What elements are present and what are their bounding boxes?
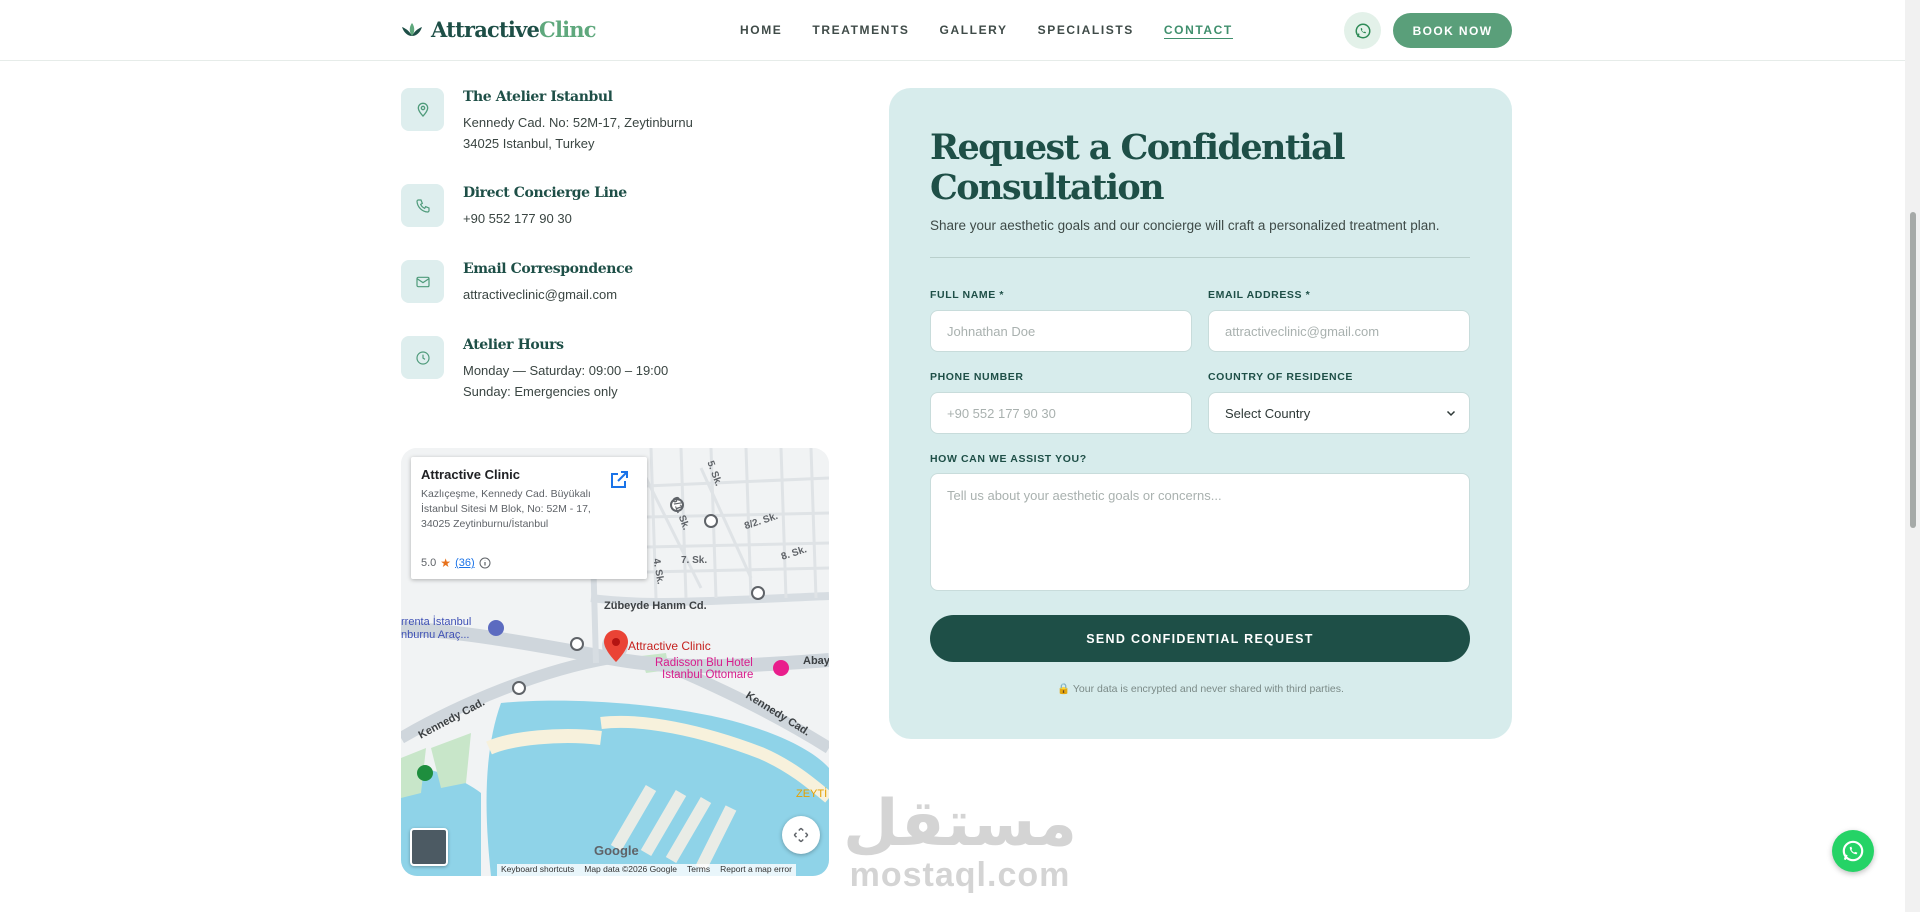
country-select[interactable]: Select Country — [1208, 392, 1470, 434]
map-terms-link[interactable]: Terms — [687, 864, 710, 876]
logo-text: AttractiveClinc — [431, 17, 597, 42]
map-pin-label: Attractive Clinic — [628, 639, 711, 653]
info-icon[interactable] — [479, 557, 491, 569]
nav-home[interactable]: HOME — [740, 23, 782, 39]
country-label: COUNTRY OF RESIDENCE — [1208, 371, 1354, 383]
map-card-address: Kazlıçeşme, Kennedy Cad. Büyükalı İstanb… — [421, 488, 591, 530]
phone-input[interactable]: +90 552 177 90 30 — [930, 392, 1192, 434]
chevron-down-icon — [1446, 410, 1456, 417]
email-address[interactable]: attractiveclinic@gmail.com — [463, 287, 617, 302]
address-title: The Atelier Istanbul — [463, 89, 613, 105]
map-report-error-link[interactable]: Report a map error — [720, 864, 792, 876]
whatsapp-icon — [1355, 23, 1370, 38]
hours-weekdays: Monday — Saturday: 09:00 – 19:00 — [463, 363, 669, 378]
phone-title: Direct Concierge Line — [463, 185, 627, 201]
full-name-input[interactable]: Johnathan Doe — [930, 310, 1192, 352]
mostaql-watermark: مستقل mostaql.com — [840, 788, 1080, 892]
map-card-title: Attractive Clinic — [421, 467, 520, 482]
page-scrollbar-thumb[interactable] — [1910, 212, 1916, 528]
form-divider — [930, 257, 1470, 258]
country-selected-value: Select Country — [1225, 405, 1311, 421]
address-line-2: 34025 Istanbul, Turkey — [463, 136, 595, 151]
map-street-zubeyde: Zübeyde Hanım Cd. — [604, 600, 707, 612]
form-subtitle: Share your aesthetic goals and our conci… — [930, 218, 1440, 233]
street-view-thumbnail[interactable] — [410, 828, 448, 866]
lock-icon: 🔒 — [1057, 683, 1071, 695]
assist-label: HOW CAN WE ASSIST YOU? — [930, 453, 1087, 465]
map-label-zeyt: ZEYTİ — [796, 788, 828, 800]
phone-number[interactable]: +90 552 177 90 30 — [463, 211, 572, 226]
clock-icon — [401, 336, 444, 379]
whatsapp-header-button[interactable] — [1344, 12, 1381, 49]
map-card-rating: 5.0 ★ (36) — [421, 556, 491, 570]
review-count-link[interactable]: (36) — [455, 557, 475, 569]
book-now-button[interactable]: BOOK NOW — [1393, 13, 1512, 48]
nav-gallery[interactable]: GALLERY — [940, 23, 1008, 39]
phone-label: PHONE NUMBER — [930, 371, 1024, 383]
watermark-latin: mostaql.com — [849, 856, 1071, 894]
consultation-form-panel: Request a Confidential Consultation Shar… — [889, 88, 1512, 739]
address-line-1: Kennedy Cad. No: 52M-17, Zeytinburnu — [463, 115, 693, 130]
fullscreen-icon — [793, 827, 809, 843]
nav-specialists[interactable]: SPECIALISTS — [1038, 23, 1134, 39]
google-map[interactable]: Attractive Clinic Radisson Blu Hotel Ist… — [401, 448, 829, 876]
privacy-note: 🔒 Your data is encrypted and never share… — [889, 682, 1512, 695]
map-info-card: Attractive Clinic Kazlıçeşme, Kennedy Ca… — [411, 457, 647, 579]
email-title: Email Correspondence — [463, 261, 633, 277]
privacy-text: Your data is encrypted and never shared … — [1072, 683, 1344, 695]
map-keyboard-shortcuts[interactable]: Keyboard shortcuts — [501, 864, 574, 876]
logo[interactable]: AttractiveClinc — [401, 17, 597, 42]
map-place-label-2: nburnu Araç... — [401, 629, 470, 641]
phone-placeholder: +90 552 177 90 30 — [947, 405, 1056, 421]
mail-icon — [401, 260, 444, 303]
whatsapp-float-button[interactable] — [1832, 830, 1874, 872]
hours-sunday: Sunday: Emergencies only — [463, 384, 618, 399]
assist-textarea[interactable]: Tell us about your aesthetic goals or co… — [930, 473, 1470, 591]
full-name-placeholder: Johnathan Doe — [947, 323, 1036, 339]
map-data-attribution: Map data ©2026 Google — [584, 864, 677, 874]
map-hotel-label-1: Radisson Blu Hotel — [655, 657, 753, 669]
map-label-abay: Abay — [803, 655, 829, 667]
rating-value: 5.0 — [421, 557, 437, 569]
hours-title: Atelier Hours — [463, 337, 564, 353]
send-request-button[interactable]: SEND CONFIDENTIAL REQUEST — [930, 615, 1470, 662]
nav-treatments[interactable]: TREATMENTS — [812, 23, 909, 39]
star-icon: ★ — [440, 556, 452, 570]
whatsapp-icon — [1842, 840, 1864, 862]
map-street-7sk: 7. Sk. — [681, 555, 708, 566]
map-hotel-label-2: Istanbul Ottomare — [662, 669, 754, 681]
nav-contact[interactable]: CONTACT — [1163, 23, 1233, 39]
email-placeholder: attractiveclinic@gmail.com — [1225, 323, 1380, 339]
location-pin-icon — [401, 88, 444, 131]
main-nav: HOME TREATMENTS GALLERY SPECIALISTS CONT… — [740, 23, 1233, 39]
google-logo: Google — [594, 843, 639, 858]
form-title: Request a Confidential Consultation — [930, 127, 1345, 208]
map-footer: Keyboard shortcuts Map data ©2026 Google… — [497, 864, 796, 876]
open-in-maps-icon[interactable] — [607, 468, 631, 492]
map-fullscreen-button[interactable] — [782, 816, 820, 854]
lotus-logo-icon — [402, 22, 422, 36]
email-input[interactable]: attractiveclinic@gmail.com — [1208, 310, 1470, 352]
full-name-label: FULL NAME * — [930, 289, 1005, 301]
site-header: AttractiveClinc HOME TREATMENTS GALLERY … — [0, 0, 1905, 61]
email-label: EMAIL ADDRESS * — [1208, 289, 1311, 301]
assist-placeholder: Tell us about your aesthetic goals or co… — [947, 488, 1222, 503]
watermark-arabic: مستقل — [842, 787, 1078, 859]
phone-icon — [401, 184, 444, 227]
map-place-label-1: rrenta İstanbul — [401, 616, 472, 628]
